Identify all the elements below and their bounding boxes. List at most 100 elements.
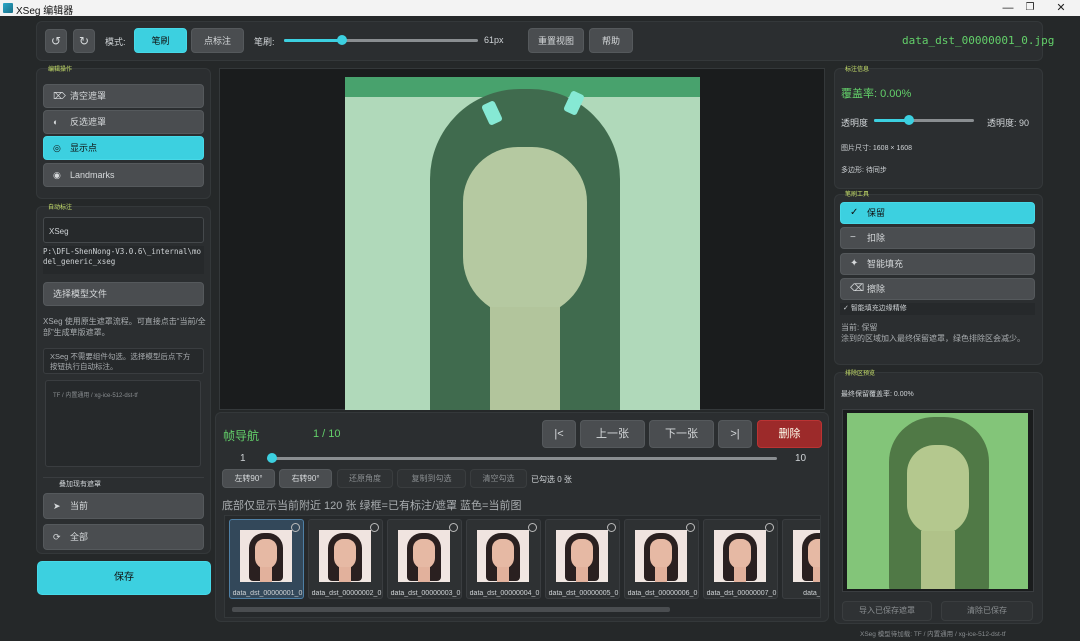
rotate-left-button[interactable]: 左转90° xyxy=(222,469,275,488)
save-button[interactable]: 保存 xyxy=(37,561,211,595)
thumbnail-item[interactable]: data_dst_00000003_0 xyxy=(387,519,462,599)
import-saved-mask-button[interactable]: 导入已保存遮罩 xyxy=(842,601,932,621)
brush-size-fill xyxy=(284,39,342,42)
restore-angle-button[interactable]: 还原角度 xyxy=(337,469,393,488)
subtract-brush-button[interactable]: − 扣除 xyxy=(840,227,1035,249)
frame-slider-handle[interactable] xyxy=(267,453,277,463)
brush-mode-button[interactable]: 笔刷 xyxy=(134,28,187,53)
undo-icon[interactable]: ↺ xyxy=(45,29,67,53)
last-frame-button[interactable]: >| xyxy=(718,420,752,448)
clear-saved-button[interactable]: 清除已保存 xyxy=(941,601,1033,621)
title-bar: XSeg 编辑器 — ❐ ✕ xyxy=(0,0,1080,17)
thumbnail-checkbox[interactable] xyxy=(449,523,458,532)
reset-view-button[interactable]: 重置视图 xyxy=(528,28,584,53)
slider-max: 10 xyxy=(795,453,807,464)
auto-label-title: 自动标注 xyxy=(48,205,73,211)
eraser-icon: ⌦ xyxy=(53,91,66,101)
prev-frame-button[interactable]: 上一张 xyxy=(580,420,645,448)
eye-icon: ◉ xyxy=(53,170,61,180)
frame-slider[interactable] xyxy=(267,453,777,463)
brush-size-slider[interactable] xyxy=(284,35,478,45)
help-button[interactable]: 帮助 xyxy=(589,28,633,53)
rotate-right-button[interactable]: 右转90° xyxy=(279,469,332,488)
close-icon[interactable]: ✕ xyxy=(1046,1,1076,15)
invert-mask-button[interactable]: ◐ 反选遮罩 xyxy=(43,110,204,134)
checkbox-check-icon: ✓ xyxy=(843,305,851,312)
auto-label-info: XSeg 使用原生遮罩流程。可直接点击“当前/全部”生成草版遮罩。 xyxy=(43,317,206,337)
mode-label: 模式: xyxy=(105,37,126,47)
auto-label-current-button[interactable]: ➤ 当前 xyxy=(43,493,204,519)
smart-fill-button[interactable]: ✦ 智能填充 xyxy=(840,253,1035,275)
clear-mask-label: 清空遮罩 xyxy=(70,91,107,101)
brush-desc: 当前: 保留 涂到的区域加入最终保留遮罩，绿色排除区会减少。 xyxy=(841,323,1025,343)
thumbnail-item[interactable]: data_dst_00000002_0 xyxy=(308,519,383,599)
thumbnail-checkbox[interactable] xyxy=(607,523,616,532)
target-icon: ◎ xyxy=(53,143,61,153)
next-frame-button[interactable]: 下一张 xyxy=(649,420,714,448)
model-path: P:\DFL-ShenNong-V3.0.6\_internal\model_g… xyxy=(43,246,204,274)
thumbnail-item[interactable]: data_dst_00000007_0 xyxy=(703,519,778,599)
smart-fill-label: 智能填充 xyxy=(867,259,904,269)
annotation-info-title: 标注信息 xyxy=(845,67,870,73)
thumbnail-label: data_dst_00000001_0 xyxy=(232,590,303,597)
polygon-status: 多边形: 待同步 xyxy=(841,167,887,174)
preview-title: 排除区预览 xyxy=(845,371,876,377)
clear-mask-button[interactable]: ⌦ 清空遮罩 xyxy=(43,84,204,108)
thumbnail-image xyxy=(240,530,292,582)
thumbnail-checkbox[interactable] xyxy=(686,523,695,532)
window-title: XSeg 编辑器 xyxy=(16,6,74,17)
first-frame-button[interactable]: |< xyxy=(542,420,576,448)
canvas-image xyxy=(345,77,700,410)
auto-label-log: TF / 内置通用 / xg-ice-512-dst-tf xyxy=(45,380,201,467)
brush-label: 笔刷: xyxy=(254,37,275,47)
keep-brush-button[interactable]: ✓ 保留 xyxy=(840,202,1035,224)
thumbnail-item[interactable]: data_dst_00000001_0 xyxy=(229,519,304,599)
keep-label: 保留 xyxy=(867,208,886,218)
play-icon: ➤ xyxy=(53,501,61,511)
preview-overlay xyxy=(847,413,1028,589)
thumbnail-item[interactable]: data_dst_0 xyxy=(782,519,820,599)
app-icon xyxy=(3,3,13,13)
thumbnail-item[interactable]: data_dst_00000006_0 xyxy=(624,519,699,599)
subtract-label: 扣除 xyxy=(867,233,886,243)
slider-min: 1 xyxy=(240,453,246,464)
landmarks-button[interactable]: ◉ Landmarks xyxy=(43,163,204,187)
thumbnail-checkbox[interactable] xyxy=(370,523,379,532)
image-canvas[interactable] xyxy=(219,68,825,410)
model-select[interactable]: XSeg xyxy=(43,217,204,243)
brush-tools-title: 笔刷工具 xyxy=(845,192,870,198)
refine-checkbox[interactable]: ✓ 智能填充边缘精修 xyxy=(840,303,1035,315)
thumbnail-checkbox[interactable] xyxy=(291,523,300,532)
model-name: XSeg xyxy=(49,227,69,236)
redo-icon[interactable]: ↻ xyxy=(73,29,95,53)
preview-frame xyxy=(842,409,1034,592)
strip-scrollbar[interactable] xyxy=(232,607,670,612)
brush-size-handle[interactable] xyxy=(337,35,347,45)
refresh-icon: ⟳ xyxy=(53,532,61,542)
image-size: 图片尺寸: 1608 × 1608 xyxy=(841,145,913,152)
point-mode-button[interactable]: 点标注 xyxy=(191,28,244,53)
current-filename: data_dst_00000001_0.jpg xyxy=(902,34,1055,47)
copy-to-checked-button[interactable]: 复制到勾选 xyxy=(397,469,466,488)
clear-checked-button[interactable]: 清空勾选 xyxy=(470,469,527,488)
choose-model-button[interactable]: 选择模型文件 xyxy=(43,282,204,306)
thumbnail-checkbox[interactable] xyxy=(528,523,537,532)
erase-brush-button[interactable]: ⌫ 擦除 xyxy=(840,278,1035,300)
auto-label-all-button[interactable]: ⟳ 全部 xyxy=(43,524,204,550)
delete-button[interactable]: 删除 xyxy=(757,420,822,448)
mask-overlay xyxy=(345,77,700,410)
show-points-button[interactable]: ◎ 显示点 xyxy=(43,136,204,160)
thumbnail-image xyxy=(319,530,371,582)
thumbnail-label: data_dst_00000002_0 xyxy=(311,590,382,597)
thumbnail-checkbox[interactable] xyxy=(765,523,774,532)
preview-image xyxy=(847,413,1028,589)
divider xyxy=(43,477,204,478)
maximize-icon[interactable]: ❐ xyxy=(1015,1,1045,15)
opacity-handle[interactable] xyxy=(904,115,914,125)
thumbnail-item[interactable]: data_dst_00000004_0 xyxy=(466,519,541,599)
thumbnail-item[interactable]: data_dst_00000005_0 xyxy=(545,519,620,599)
thumbnail-image xyxy=(635,530,687,582)
thumbnail-image xyxy=(477,530,529,582)
auto-label-hint: XSeg 不需要组件勾选。选择模型后点下方按钮执行自动标注。 xyxy=(43,348,204,374)
opacity-slider[interactable] xyxy=(874,115,974,125)
